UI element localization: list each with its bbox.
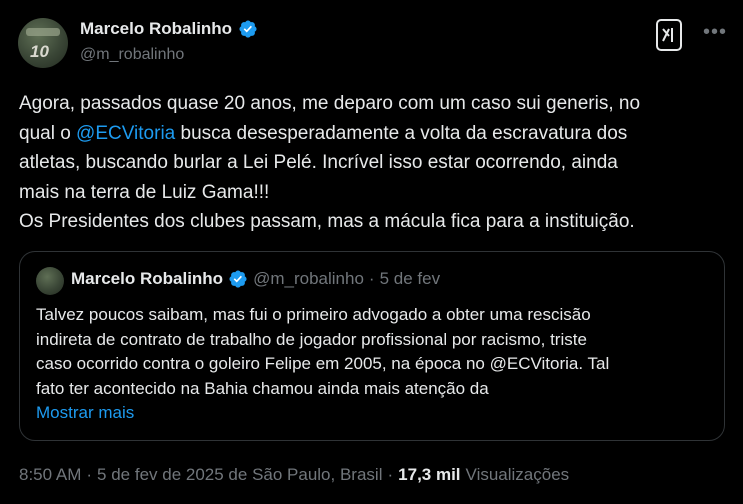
views-count: 17,3 mil [398, 465, 461, 484]
quoted-line: caso ocorrido contra o goleiro Felipe em… [36, 354, 610, 373]
separator-dot: · [387, 465, 394, 484]
quoted-author-name: Marcelo Robalinho [71, 269, 224, 288]
tweet-time[interactable]: 8:50 AM [19, 465, 81, 485]
author-name-row: Marcelo Robalinho [80, 19, 258, 39]
grok-icon [662, 28, 673, 42]
avatar-jersey-number: 10 [30, 42, 49, 61]
grok-button[interactable] [656, 19, 682, 51]
quoted-line: Talvez poucos saibam, mas fui o primeiro… [36, 305, 591, 324]
tweet-line: Agora, passados quase 20 anos, me deparo… [19, 93, 641, 114]
tweet-text-fragment: qual o [19, 122, 77, 144]
avatar-decoration [26, 28, 60, 36]
quoted-tweet-header: Marcelo Robalinho @m_robalinho · 5 de fe… [71, 269, 440, 289]
tweet-text: Agora, passados quase 20 anos, me deparo… [19, 89, 729, 237]
tweet-line: qual o @ECVitoria busca desesperadamente… [19, 119, 729, 149]
quoted-tweet-text: Talvez poucos saibam, mas fui o primeiro… [36, 303, 716, 426]
tweet-line: atletas, buscando burlar a Lei Pelé. Inc… [19, 152, 618, 173]
show-more-link[interactable]: Mostrar mais [36, 401, 716, 426]
tweet-metadata: 8:50 AM · 5 de fev de 2025 de São Paulo,… [19, 465, 569, 485]
verified-badge-icon[interactable] [238, 19, 258, 39]
author-handle[interactable]: @m_robalinho [80, 46, 184, 64]
verified-badge-icon [229, 270, 247, 288]
separator-dot: · [368, 269, 375, 288]
tweet-line: mais na terra de Luiz Gama!!! [19, 181, 270, 203]
tweet-date-location[interactable]: 5 de fev de 2025 de São Paulo, Brasil [97, 465, 382, 485]
separator-dot: · [86, 465, 93, 484]
views-label: Visualizações [465, 465, 570, 484]
quoted-tweet-date: 5 de fev [379, 269, 441, 288]
author-avatar[interactable]: 10 [18, 18, 68, 68]
quoted-line: fato ter acontecido na Bahia chamou aind… [36, 378, 489, 398]
quoted-tweet-card[interactable]: Marcelo Robalinho @m_robalinho · 5 de fe… [19, 251, 725, 441]
quoted-author-handle: @m_robalinho [253, 269, 364, 288]
quoted-line: indireta de contrato de trabalho de joga… [36, 329, 587, 349]
more-options-icon[interactable]: ••• [703, 22, 727, 42]
author-name[interactable]: Marcelo Robalinho [80, 19, 232, 39]
quoted-author-avatar [36, 267, 64, 295]
tweet-line: Os Presidentes dos clubes passam, mas a … [19, 211, 635, 232]
mention-link[interactable]: @ECVitoria [76, 123, 175, 144]
tweet-text-fragment: busca desesperadamente a volta da escrav… [175, 122, 628, 144]
